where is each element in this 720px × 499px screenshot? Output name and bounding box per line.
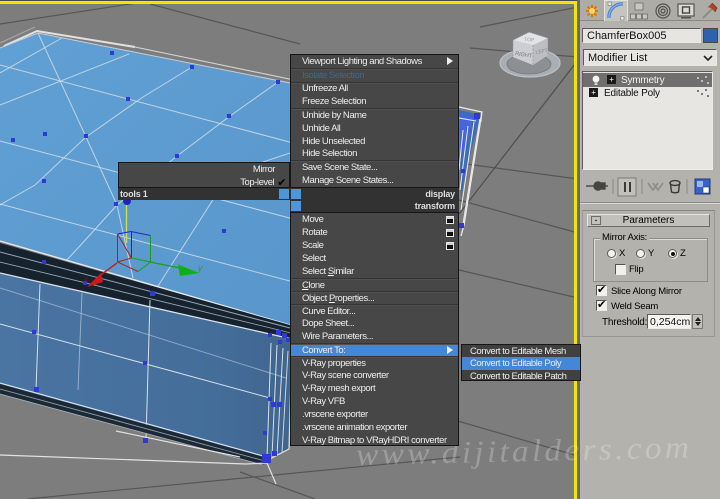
svg-text:TOP: TOP — [524, 37, 535, 44]
svg-text:y: y — [197, 263, 203, 273]
